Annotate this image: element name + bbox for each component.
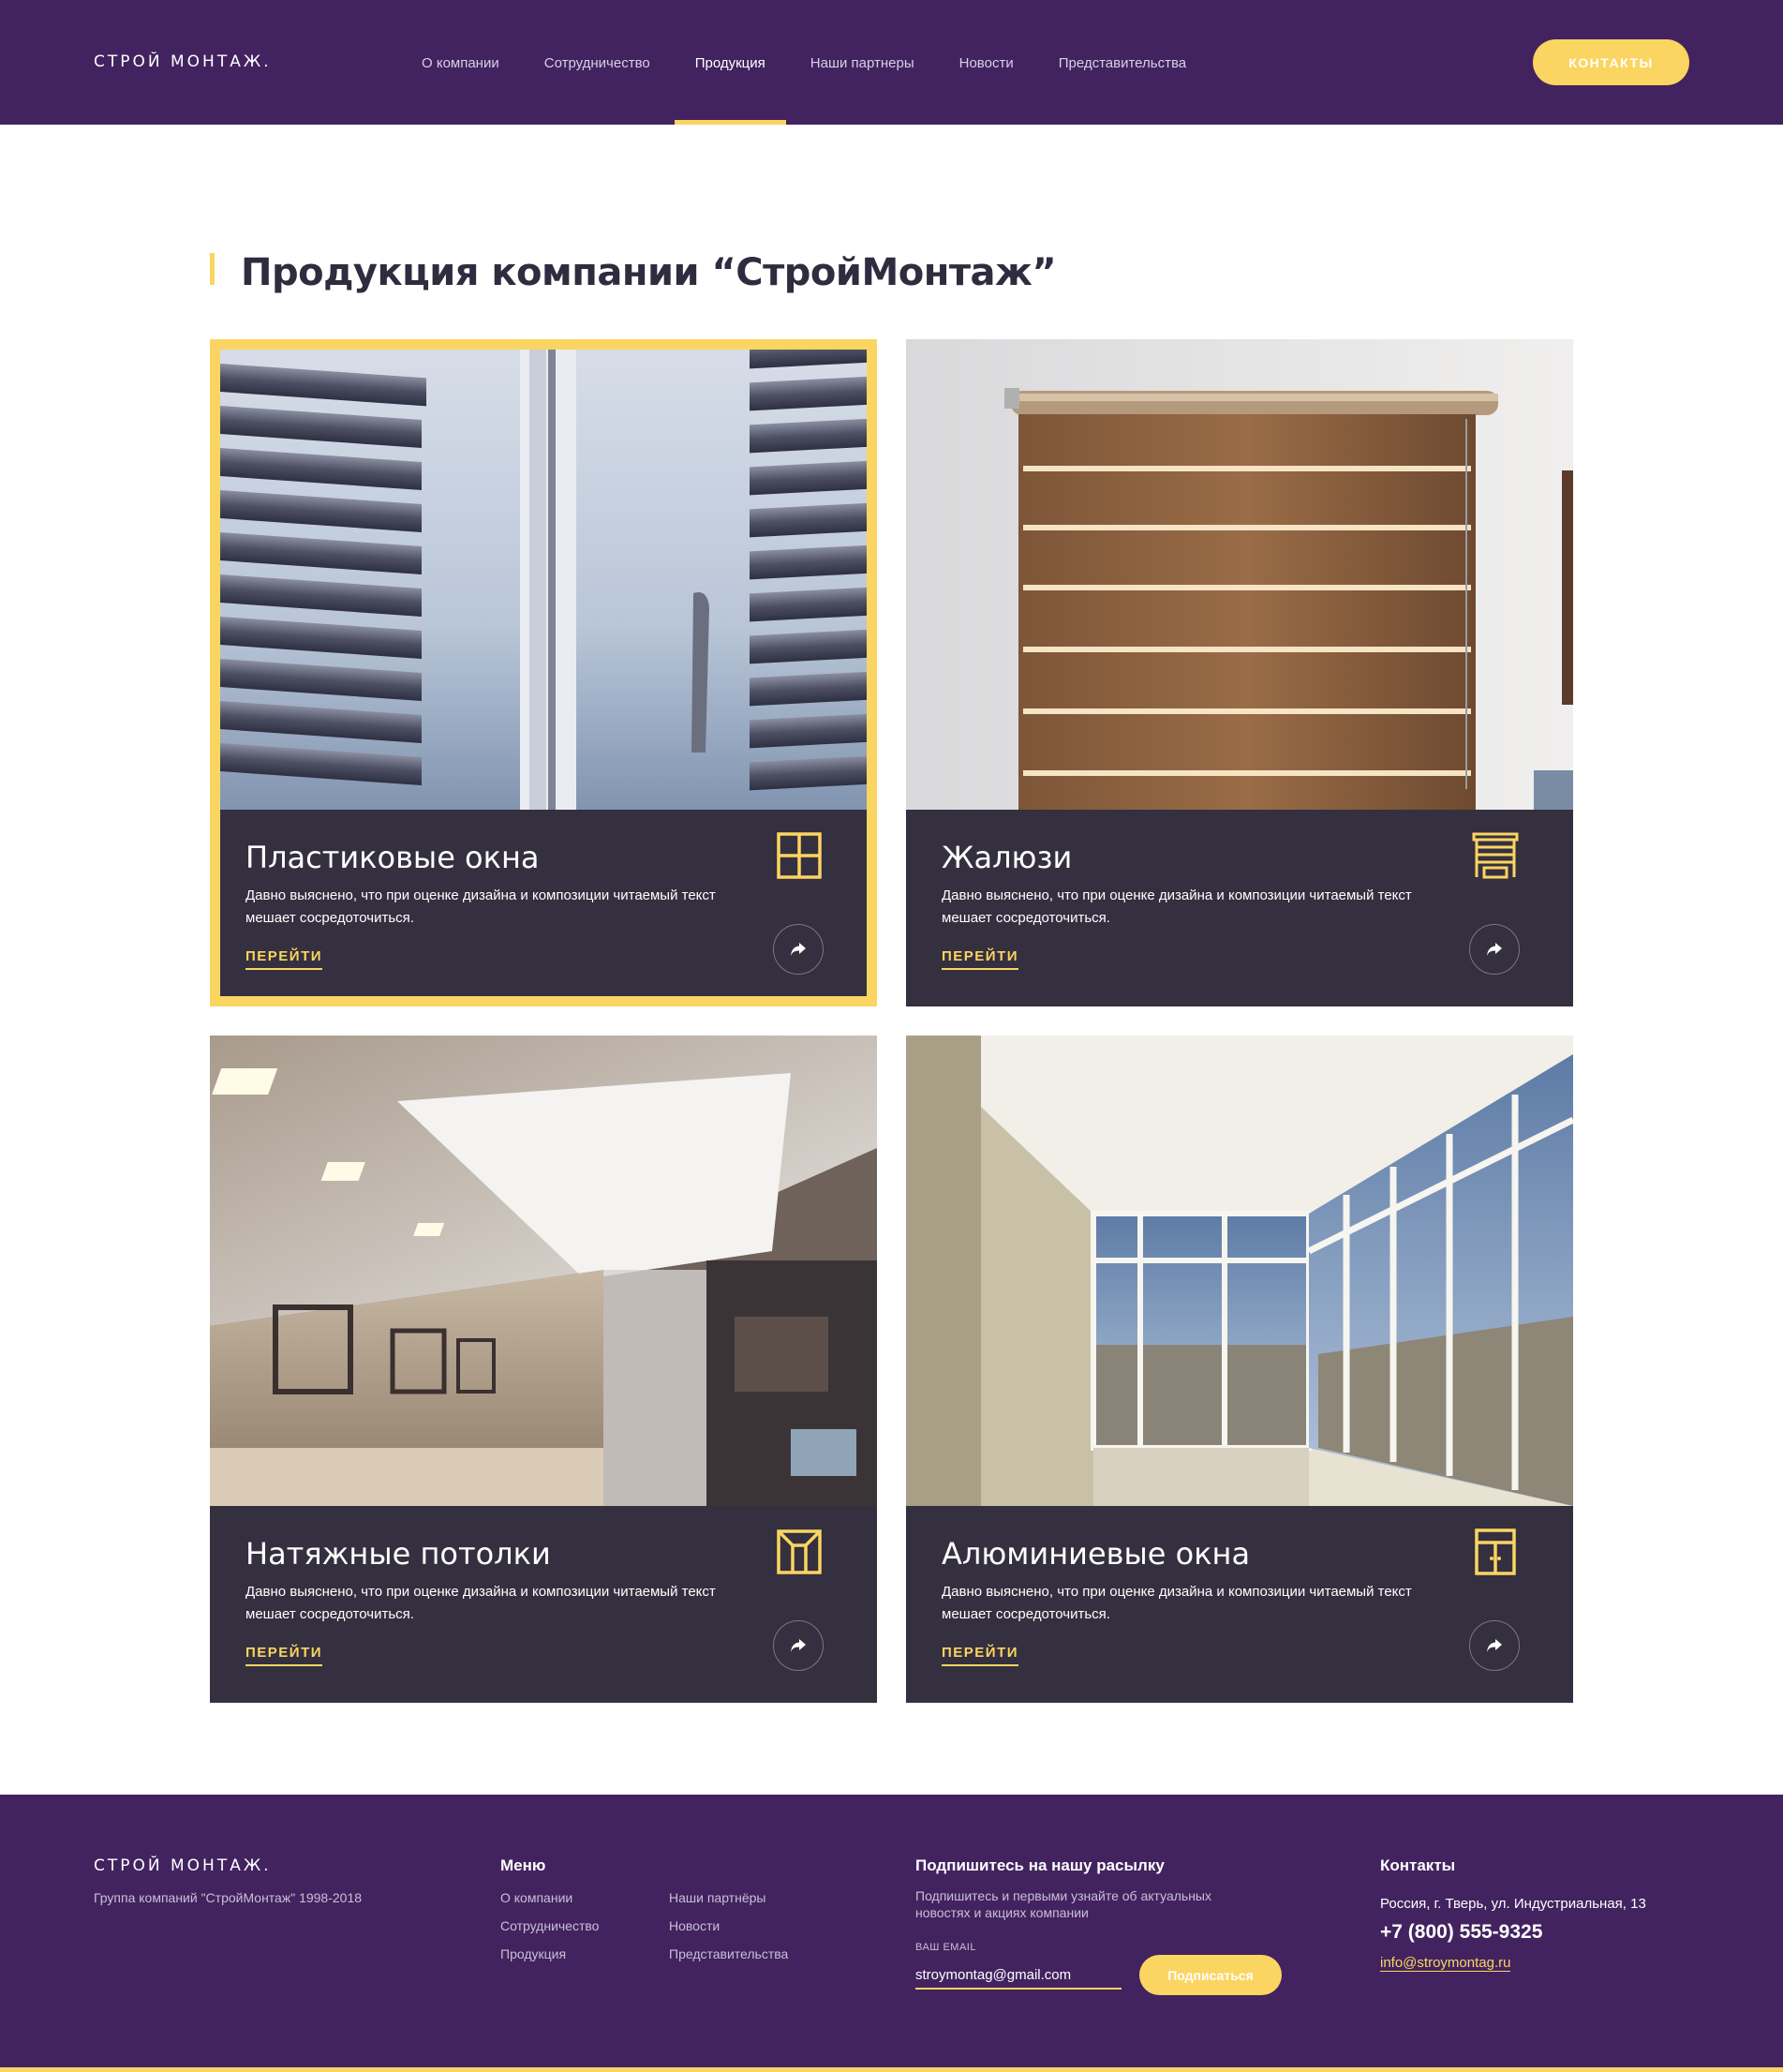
- footer-contacts-title: Контакты: [1380, 1856, 1456, 1874]
- ceiling-icon: [777, 1529, 822, 1574]
- stretch-ceilings-image: [210, 1036, 877, 1506]
- share-arrow-icon: [791, 1639, 806, 1652]
- footer-phone[interactable]: +7 (800) 555-9325: [1380, 1921, 1542, 1944]
- plastic-windows-image: [220, 350, 867, 810]
- subscribe-button[interactable]: Подписаться: [1139, 1955, 1282, 1995]
- footer-link-about[interactable]: О компании: [500, 1890, 599, 1918]
- blinds-image: [906, 339, 1573, 810]
- footer-address: Россия, г. Тверь, ул. Индустриальная, 13: [1380, 1896, 1646, 1912]
- share-button[interactable]: [773, 1620, 824, 1671]
- card-title: Жалюзи: [942, 840, 1073, 875]
- card-go-link[interactable]: ПЕРЕЙТИ: [245, 1645, 323, 1666]
- email-label: ВАШ EMAIL: [915, 1942, 976, 1953]
- card-title: Алюминиевые окна: [942, 1536, 1251, 1572]
- subscribe-text: Подпишитесь и первыми узнайте об актуаль…: [915, 1888, 1211, 1920]
- logo[interactable]: СТРОЙ МОНТАЖ.: [94, 52, 272, 71]
- product-card-aluminium-windows[interactable]: Алюминиевые окна Давно выяснено, что при…: [906, 1036, 1573, 1703]
- share-arrow-icon: [1487, 943, 1502, 956]
- title-accent-bar: [210, 253, 215, 285]
- main-nav: О компании Сотрудничество Продукция Наши…: [422, 0, 1231, 125]
- site-footer: СТРОЙ МОНТАЖ. Группа компаний "СтройМонт…: [0, 1795, 1783, 2072]
- email-input[interactable]: [915, 1961, 1122, 1990]
- site-header: СТРОЙ МОНТАЖ. О компании Сотрудничество …: [0, 0, 1783, 125]
- card-body: Пластиковые окна Давно выяснено, что при…: [210, 810, 877, 1006]
- card-description: Давно выяснено, что при оценке дизайна и…: [942, 887, 1412, 926]
- footer-link-news[interactable]: Новости: [669, 1918, 788, 1946]
- blinds-icon: [1472, 832, 1519, 879]
- share-button[interactable]: [1469, 1620, 1520, 1671]
- footer-email-link[interactable]: info@stroymontag.ru: [1380, 1955, 1511, 1972]
- footer-copyright: Группа компаний "СтройМонтаж" 1998-2018: [94, 1890, 363, 1905]
- share-arrow-icon: [1487, 1639, 1502, 1652]
- card-go-link[interactable]: ПЕРЕЙТИ: [942, 948, 1019, 970]
- card-go-link[interactable]: ПЕРЕЙТИ: [942, 1645, 1019, 1666]
- footer-link-partners[interactable]: Наши партнёры: [669, 1890, 788, 1918]
- footer-logo[interactable]: СТРОЙ МОНТАЖ.: [94, 1856, 272, 1875]
- card-description: Давно выяснено, что при оценке дизайна и…: [245, 1584, 716, 1622]
- product-card-stretch-ceilings[interactable]: Натяжные потолки Давно выяснено, что при…: [210, 1036, 877, 1703]
- card-title: Натяжные потолки: [245, 1536, 551, 1572]
- product-card-plastic-windows[interactable]: Пластиковые окна Давно выяснено, что при…: [210, 339, 877, 1006]
- card-body: Алюминиевые окна Давно выяснено, что при…: [906, 1506, 1573, 1703]
- footer-accent-line: [0, 2067, 1783, 2072]
- nav-item-about[interactable]: О компании: [422, 0, 499, 125]
- nav-item-offices[interactable]: Представительства: [1059, 0, 1186, 125]
- card-body: Жалюзи Давно выяснено, что при оценке ди…: [906, 810, 1573, 1006]
- subscribe-title: Подпишитесь на нашу расылку: [915, 1856, 1165, 1874]
- aluminium-windows-image: [906, 1036, 1573, 1506]
- card-go-link[interactable]: ПЕРЕЙТИ: [245, 948, 323, 970]
- contacts-button[interactable]: КОНТАКТЫ: [1533, 39, 1689, 85]
- share-arrow-icon: [791, 943, 806, 956]
- page-title: Продукция компании “СтройМонтаж”: [241, 251, 1057, 294]
- footer-link-products[interactable]: Продукция: [500, 1946, 599, 1975]
- footer-menu-column: Наши партнёры Новости Представительства: [669, 1890, 788, 1975]
- nav-item-news[interactable]: Новости: [959, 0, 1014, 125]
- share-button[interactable]: [773, 924, 824, 975]
- card-title: Пластиковые окна: [245, 840, 540, 875]
- footer-menu-title: Меню: [500, 1856, 546, 1874]
- card-description: Давно выяснено, что при оценке дизайна и…: [942, 1584, 1412, 1622]
- footer-link-cooperation[interactable]: Сотрудничество: [500, 1918, 599, 1946]
- footer-link-offices[interactable]: Представительства: [669, 1946, 788, 1975]
- card-body: Натяжные потолки Давно выяснено, что при…: [210, 1506, 877, 1703]
- product-card-blinds[interactable]: Жалюзи Давно выяснено, что при оценке ди…: [906, 339, 1573, 1006]
- footer-menu-column: О компании Сотрудничество Продукция: [500, 1890, 599, 1975]
- door-window-icon: [1475, 1528, 1516, 1575]
- nav-item-products[interactable]: Продукция: [674, 0, 786, 125]
- window-icon: [777, 832, 822, 879]
- nav-item-cooperation[interactable]: Сотрудничество: [544, 0, 650, 125]
- nav-item-partners[interactable]: Наши партнеры: [810, 0, 914, 125]
- share-button[interactable]: [1469, 924, 1520, 975]
- card-description: Давно выяснено, что при оценке дизайна и…: [245, 887, 716, 926]
